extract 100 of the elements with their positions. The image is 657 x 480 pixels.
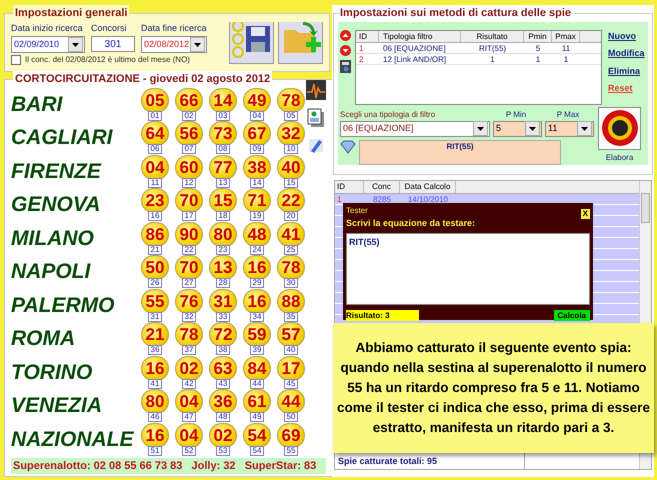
run-label: Elabora: [606, 152, 634, 164]
dropdown-button[interactable]: [190, 37, 205, 52]
ball-index: 38: [216, 345, 230, 356]
ball-index: 43: [216, 378, 230, 389]
ball-index: 39: [250, 345, 264, 356]
capture-total: Spie catturate totali: 95: [338, 454, 438, 468]
ball-index: 14: [250, 178, 264, 188]
caret-icon: [581, 126, 588, 130]
ball-index: 17: [182, 211, 196, 222]
dialog-prompt: Scrivi la equazione da testare:: [346, 217, 476, 230]
ball-index: 11: [148, 178, 162, 188]
ball-index: 18: [216, 211, 230, 222]
draw-summary: Superenalotto: 02 08 55 66 73 83 Jolly: 32 SuperStar: 83: [11, 458, 326, 474]
action-link[interactable]: Elimina: [608, 64, 645, 78]
ball-index: 10: [284, 144, 298, 154]
column-header[interactable]: ID: [335, 181, 364, 193]
ball-index: 49: [250, 412, 264, 422]
city-name: PALERMO: [11, 292, 116, 318]
ball-index: 07: [182, 144, 196, 154]
ball-index: 55: [284, 446, 298, 456]
diamond-icon[interactable]: [340, 140, 356, 154]
column-header[interactable]: ID: [356, 30, 379, 42]
table-cell-text: 1: [562, 54, 570, 64]
ball-index: 06: [148, 144, 162, 154]
table-cell-text: 8285: [372, 194, 392, 205]
date-field[interactable]: 02/08/2012: [141, 36, 207, 53]
action-link[interactable]: Reset: [608, 82, 645, 96]
date-field[interactable]: 02/09/2010: [11, 36, 85, 53]
ball-index: 27: [182, 278, 196, 288]
pmin-dropdown[interactable]: 5: [493, 120, 542, 136]
column-header[interactable]: Pmax: [552, 30, 580, 42]
ball-index: 22: [182, 244, 196, 255]
city-name: ROMA: [11, 326, 76, 352]
explanation-note: Abbiamo catturato il seguente evento spia: quando nella sestina al superenalotto il numero 55 ha un ritardo compreso fra 5 e 11. Notiamo come il tester ci indica che esso, prima di essere estratto, manifesta un ritardo pari a 3.: [333, 323, 654, 453]
section-title: CORTOCIRCUITAZIONE - giovedi 02 agosto 2012: [13, 71, 272, 88]
ball-index: 13: [216, 178, 230, 188]
ball-index: 34: [250, 312, 264, 322]
ball-index: 19: [250, 211, 264, 222]
dialog-title: Tester: [346, 205, 368, 217]
ball-index: 44: [250, 378, 264, 389]
ball-index: 41: [148, 378, 162, 389]
table-cell-text: 14/10/2010: [406, 194, 450, 205]
field-label: Data fine ricerca: [141, 22, 207, 34]
table-cell-text: 06 [EQUAZIONE]: [382, 42, 447, 52]
section-title: Impostazioni sui metodi di cattura delle spie: [340, 6, 572, 21]
caret-icon: [194, 42, 201, 46]
ball-index: 21: [148, 244, 162, 255]
column-header[interactable]: Risultato: [461, 30, 524, 42]
ball-index: 32: [182, 312, 196, 322]
column-header[interactable]: Tipologia filtro: [379, 30, 461, 42]
ball-index: 08: [216, 144, 230, 154]
calculator-icon[interactable]: [340, 60, 351, 72]
dropdown-button[interactable]: [577, 121, 592, 136]
ball-index: 40: [284, 345, 298, 356]
dropdown-button[interactable]: [68, 37, 83, 52]
city-name: NAZIONALE: [11, 426, 135, 452]
field-label: P Min: [504, 108, 528, 120]
table-cell-text: 1: [534, 54, 542, 64]
column-header[interactable]: Conc: [364, 181, 400, 193]
ball-index: 36: [148, 345, 162, 356]
dropdown-button[interactable]: [525, 121, 540, 136]
waveform-icon[interactable]: [306, 80, 326, 100]
ball-index: 25: [284, 244, 298, 255]
pmax-dropdown[interactable]: 11: [545, 120, 594, 136]
ball-index: 53: [216, 446, 230, 456]
ball-index: 01: [148, 110, 162, 121]
filter-dropdown[interactable]: 06 [EQUAZIONE]: [340, 120, 490, 136]
action-link[interactable]: Nuovo: [608, 30, 645, 43]
caret-icon: [72, 42, 79, 46]
ball-index: 47: [182, 412, 196, 422]
table-cell-text: 1: [489, 54, 496, 64]
ball-index: 51: [148, 446, 162, 456]
close-button[interactable]: X: [580, 209, 590, 219]
ball-index: 35: [284, 312, 298, 322]
column-header[interactable]: Data Calcolo: [400, 181, 456, 193]
city-name: NAPOLI: [11, 259, 92, 285]
caret-icon: [529, 126, 536, 130]
expression-box[interactable]: RIT(55): [359, 140, 561, 164]
round-button-icon: [600, 109, 638, 147]
dropdown-button[interactable]: [473, 121, 488, 136]
equation-field[interactable]: RIT(55): [346, 232, 590, 304]
action-link[interactable]: Modifica: [608, 47, 645, 60]
table-cell-text: 5: [534, 42, 542, 52]
table-cell-text: 12 [Link AND/OR]: [382, 54, 448, 64]
column-header[interactable]: Pmin: [524, 30, 552, 42]
city-name: GENOVA: [11, 192, 102, 218]
ball-index: 54: [250, 446, 264, 456]
ball-index: 52: [182, 446, 196, 456]
documents-icon[interactable]: [307, 108, 325, 128]
checkbox-label: Il conc. del 02/08/2012 è ultimo del mese (NO): [25, 55, 190, 65]
caret-icon: [477, 126, 484, 130]
calculate-button[interactable]: Calcola: [554, 310, 590, 320]
number-field[interactable]: 301: [91, 36, 135, 52]
run-button[interactable]: [598, 106, 641, 150]
ball-index: 12: [182, 178, 196, 188]
ball-index: 15: [284, 178, 298, 188]
checkbox[interactable]: [11, 55, 21, 65]
city-name: BARI: [11, 92, 64, 118]
table-cell-text: 1: [336, 194, 342, 205]
ball-index: 45: [284, 378, 298, 389]
